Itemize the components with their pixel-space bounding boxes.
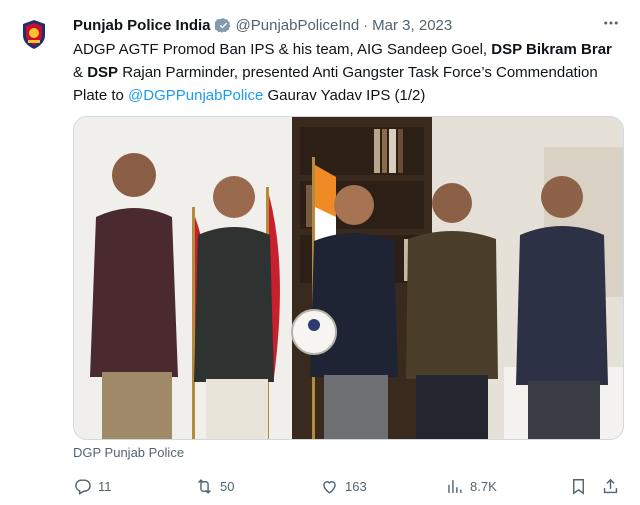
tweet-text-part: ADGP AGTF Promod Ban IPS & his team, AIG… <box>73 41 492 58</box>
verified-badge-icon <box>214 17 230 33</box>
group-photo-image <box>74 117 623 439</box>
bookmark-button[interactable] <box>569 474 588 498</box>
like-icon <box>323 480 336 494</box>
more-icon[interactable] <box>602 14 620 36</box>
bookmark-icon <box>573 478 584 495</box>
tweet-text-part: & <box>73 64 88 81</box>
views-icon <box>448 479 462 493</box>
media-caption[interactable]: DGP Punjab Police <box>73 445 184 460</box>
author-name[interactable]: Punjab Police India <box>73 17 211 34</box>
share-button[interactable] <box>601 474 620 498</box>
retweet-count: 50 <box>220 478 235 494</box>
share-icon <box>603 478 618 493</box>
views-count: 8.7K <box>470 478 497 494</box>
tweet-header: Punjab Police India @PunjabPoliceInd · M… <box>73 14 628 36</box>
like-count: 163 <box>345 478 367 494</box>
tweet-photo[interactable] <box>73 116 624 440</box>
separator-dot: · <box>363 16 369 34</box>
reply-button[interactable]: 11 <box>73 474 112 498</box>
views-button[interactable]: 8.7K <box>445 474 497 498</box>
tweet-text-part: Gaurav Yadav IPS (1/2) <box>263 87 426 104</box>
action-bar: 11 50 163 8.7K <box>73 474 628 498</box>
retweet-icon <box>198 478 211 494</box>
tweet: Punjab Police India @PunjabPoliceInd · M… <box>0 0 640 505</box>
punjab-police-logo <box>15 15 53 53</box>
like-button[interactable]: 163 <box>320 474 367 498</box>
reply-icon <box>75 478 91 495</box>
tweet-text: ADGP AGTF Promod Ban IPS & his team, AIG… <box>73 38 621 107</box>
mention-link[interactable]: @DGPPunjabPolice <box>128 87 263 104</box>
avatar[interactable] <box>14 14 54 54</box>
author-handle[interactable]: @PunjabPoliceInd <box>236 17 360 34</box>
reply-count: 11 <box>98 478 112 494</box>
tweet-text-bold: DSP Bikram Brar <box>491 41 612 58</box>
tweet-text-bold: DSP <box>87 64 119 81</box>
tweet-date[interactable]: Mar 3, 2023 <box>372 17 452 34</box>
retweet-button[interactable]: 50 <box>195 474 234 498</box>
